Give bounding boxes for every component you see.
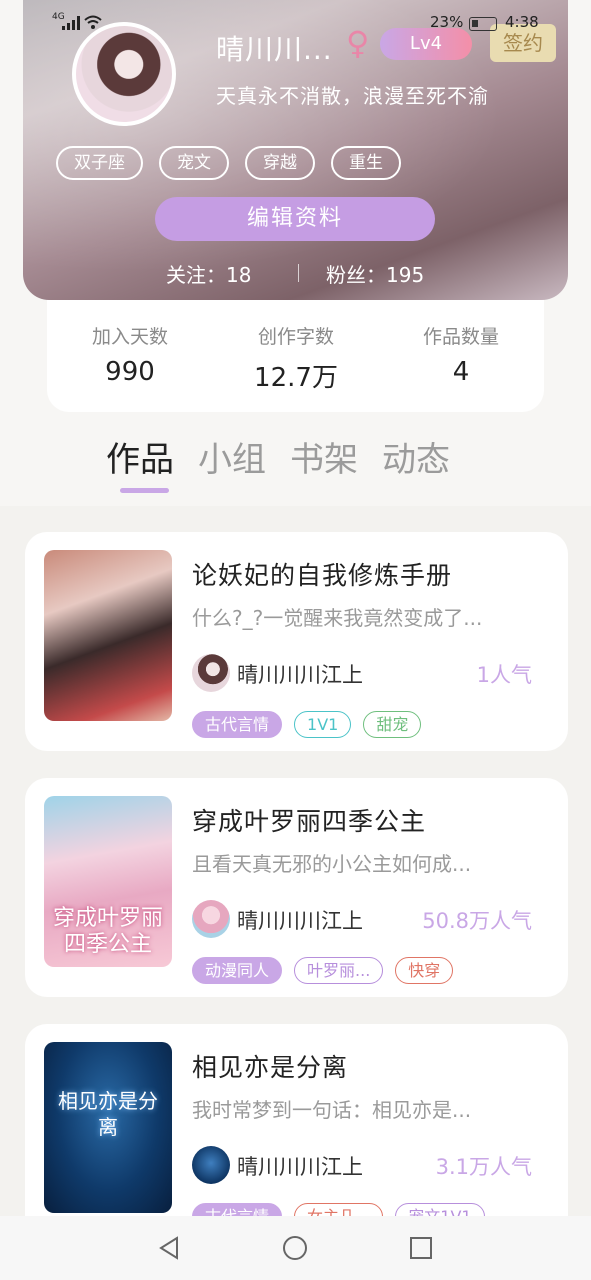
- book-title[interactable]: 穿成叶罗丽四季公主: [192, 802, 426, 838]
- username: 晴川川...: [216, 33, 333, 66]
- status-bar: 4G 23% 4:38: [0, 12, 591, 34]
- book-description: 且看天真无邪的小公主如何成...: [192, 852, 472, 876]
- tab-activity[interactable]: 动态: [382, 432, 450, 481]
- book-cover[interactable]: 穿成叶罗丽四季公主: [44, 796, 172, 967]
- user-motto: 天真永不消散，浪漫至死不渝: [216, 84, 489, 108]
- book-title[interactable]: 相见亦是分离: [192, 1048, 348, 1084]
- divider: [298, 264, 299, 282]
- book-tag[interactable]: 叶罗丽...: [294, 957, 384, 984]
- back-icon[interactable]: [155, 1234, 183, 1262]
- profile-tag[interactable]: 穿越: [245, 146, 315, 180]
- book-cover[interactable]: [44, 550, 172, 721]
- profile-tag[interactable]: 宠文: [159, 146, 229, 180]
- cover-title-text: 相见亦是分离: [58, 1089, 158, 1139]
- author-name[interactable]: 晴川川川江上: [237, 905, 363, 935]
- tab-bookshelf[interactable]: 书架: [290, 432, 358, 481]
- book-card[interactable]: 穿成叶罗丽四季公主 穿成叶罗丽四季公主 且看天真无邪的小公主如何成... 晴川川…: [25, 778, 568, 997]
- user-avatar[interactable]: [72, 22, 176, 126]
- author-name[interactable]: 晴川川川江上: [237, 659, 363, 689]
- book-tag[interactable]: 甜宠: [363, 711, 422, 738]
- book-description: 我时常梦到一句话：相见亦是...: [192, 1098, 472, 1122]
- popularity-count: 50.8万人气: [422, 909, 532, 933]
- book-card[interactable]: 相见亦是分离 相见亦是分离 我时常梦到一句话：相见亦是... 晴川川川江上 3.…: [25, 1024, 568, 1243]
- book-cover[interactable]: 相见亦是分离: [44, 1042, 172, 1213]
- stat-word-count: 创作字数 12.7万: [213, 322, 379, 394]
- book-tag[interactable]: 快穿: [395, 957, 454, 984]
- stat-join-days: 加入天数 990: [47, 322, 213, 387]
- signal-icon: [62, 16, 80, 30]
- author-avatar[interactable]: [192, 900, 230, 938]
- tab-works[interactable]: 作品: [106, 432, 174, 481]
- stat-label: 作品数量: [422, 326, 499, 348]
- popularity-count: 3.1万人气: [435, 1155, 532, 1179]
- popularity-count: 1人气: [476, 663, 532, 687]
- book-tags: 动漫同人 叶罗丽... 快穿: [192, 957, 454, 984]
- home-icon[interactable]: [281, 1234, 309, 1262]
- stat-value: 4: [452, 357, 470, 387]
- profile-tags: 双子座 宠文 穿越 重生: [56, 146, 401, 180]
- battery-icon: [469, 17, 497, 31]
- profile-tabs: 作品 小组 书架 动态: [106, 432, 450, 481]
- author-avatar[interactable]: [192, 1146, 230, 1184]
- book-description: 什么?_?一觉醒来我竟然变成了...: [192, 606, 483, 630]
- stat-value: 12.7万: [254, 363, 338, 393]
- book-tags: 古代言情 1V1 甜宠: [192, 711, 422, 738]
- battery-percent: 23%: [430, 13, 464, 31]
- clock: 4:38: [505, 13, 539, 31]
- fans-count[interactable]: 粉丝：195: [326, 259, 424, 288]
- book-card[interactable]: 论妖妃的自我修炼手册 什么?_?一觉醒来我竟然变成了... 晴川川川江上 1人气…: [25, 532, 568, 751]
- recents-icon[interactable]: [407, 1234, 435, 1262]
- stat-value: 990: [105, 357, 155, 387]
- follow-count[interactable]: 关注：18: [166, 259, 251, 288]
- tab-indicator: [120, 488, 169, 493]
- author-avatar[interactable]: [192, 654, 230, 692]
- author-name[interactable]: 晴川川川江上: [237, 1151, 363, 1181]
- profile-tag[interactable]: 重生: [331, 146, 401, 180]
- wifi-icon: [84, 15, 102, 29]
- profile-tag[interactable]: 双子座: [56, 146, 143, 180]
- book-tag[interactable]: 古代言情: [192, 711, 283, 738]
- tab-groups[interactable]: 小组: [198, 432, 266, 481]
- stat-label: 加入天数: [91, 326, 168, 348]
- book-tag[interactable]: 1V1: [294, 711, 352, 738]
- edit-profile-button[interactable]: 编辑资料: [155, 197, 435, 241]
- book-title[interactable]: 论妖妃的自我修炼手册: [192, 556, 452, 592]
- system-nav-bar: [0, 1216, 591, 1280]
- book-tag[interactable]: 动漫同人: [192, 957, 283, 984]
- cover-title-text: 穿成叶罗丽四季公主: [52, 906, 163, 957]
- stat-works-count: 作品数量 4: [378, 322, 544, 387]
- stat-label: 创作字数: [257, 326, 334, 348]
- stats-card: 加入天数 990 创作字数 12.7万 作品数量 4: [47, 300, 544, 412]
